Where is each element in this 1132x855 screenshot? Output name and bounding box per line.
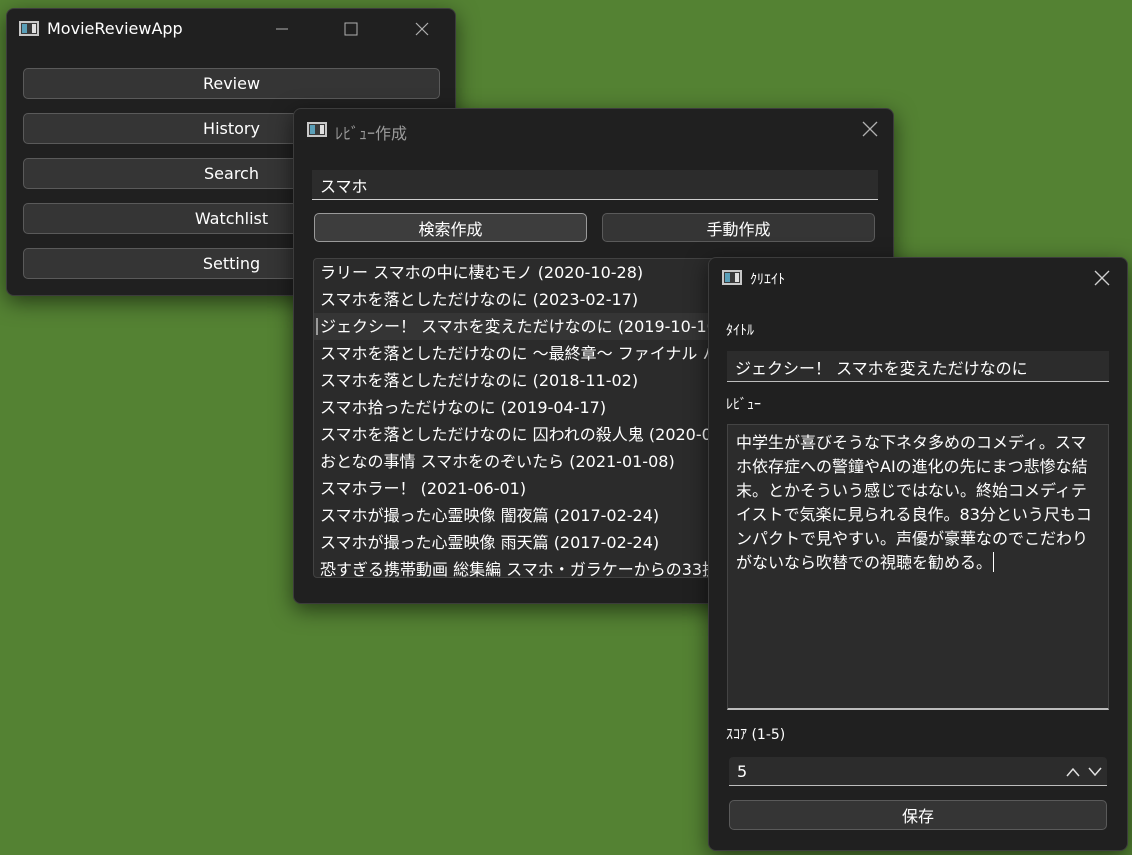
main-titlebar[interactable]: MovieReviewApp [7,9,455,49]
score-spinbox[interactable]: 5 [729,757,1107,786]
review-window-title: ﾚﾋﾞｭｰ作成 [335,124,408,143]
score-value: 5 [737,762,748,781]
manual-create-button[interactable]: 手動作成 [602,213,875,242]
review-textarea[interactable]: 中学生が喜びそうな下ネタ多めのコメディ。スマホ依存症への警鐘やAIの進化の先にま… [727,424,1109,710]
minimize-icon[interactable] [259,9,305,49]
app-icon [307,122,327,137]
text-caret [993,552,995,572]
close-icon[interactable] [1079,258,1125,298]
review-titlebar[interactable]: ﾚﾋﾞｭｰ作成 [294,109,893,149]
create-window: ｸﾘｴｲﾄ ﾀｲﾄﾙ ジェクシー！ スマホを変えただけなのに ﾚﾋﾞｭｰ 中学生… [708,257,1128,851]
search-input[interactable]: スマホ [312,170,878,200]
chevron-down-icon[interactable] [1087,764,1103,783]
main-window-title: MovieReviewApp [47,19,183,38]
app-icon [722,270,742,285]
create-window-title: ｸﾘｴｲﾄ [750,272,785,288]
score-label: ｽｺｱ (1-5) [726,727,786,743]
chevron-up-icon[interactable] [1065,764,1081,783]
title-field[interactable]: ジェクシー！ スマホを変えただけなのに [727,351,1109,382]
search-create-button[interactable]: 検索作成 [314,213,587,242]
review-text: 中学生が喜びそうな下ネタ多めのコメディ。スマホ依存症への警鐘やAIの進化の先にま… [736,433,1092,572]
review-button[interactable]: Review [23,68,440,99]
title-label: ﾀｲﾄﾙ [726,323,754,339]
maximize-icon[interactable] [328,9,374,49]
review-label: ﾚﾋﾞｭｰ [726,397,761,413]
close-icon[interactable] [847,109,893,149]
close-icon[interactable] [399,9,445,49]
app-icon [19,21,39,36]
save-button[interactable]: 保存 [729,800,1107,830]
create-titlebar[interactable]: ｸﾘｴｲﾄ [709,258,1127,298]
